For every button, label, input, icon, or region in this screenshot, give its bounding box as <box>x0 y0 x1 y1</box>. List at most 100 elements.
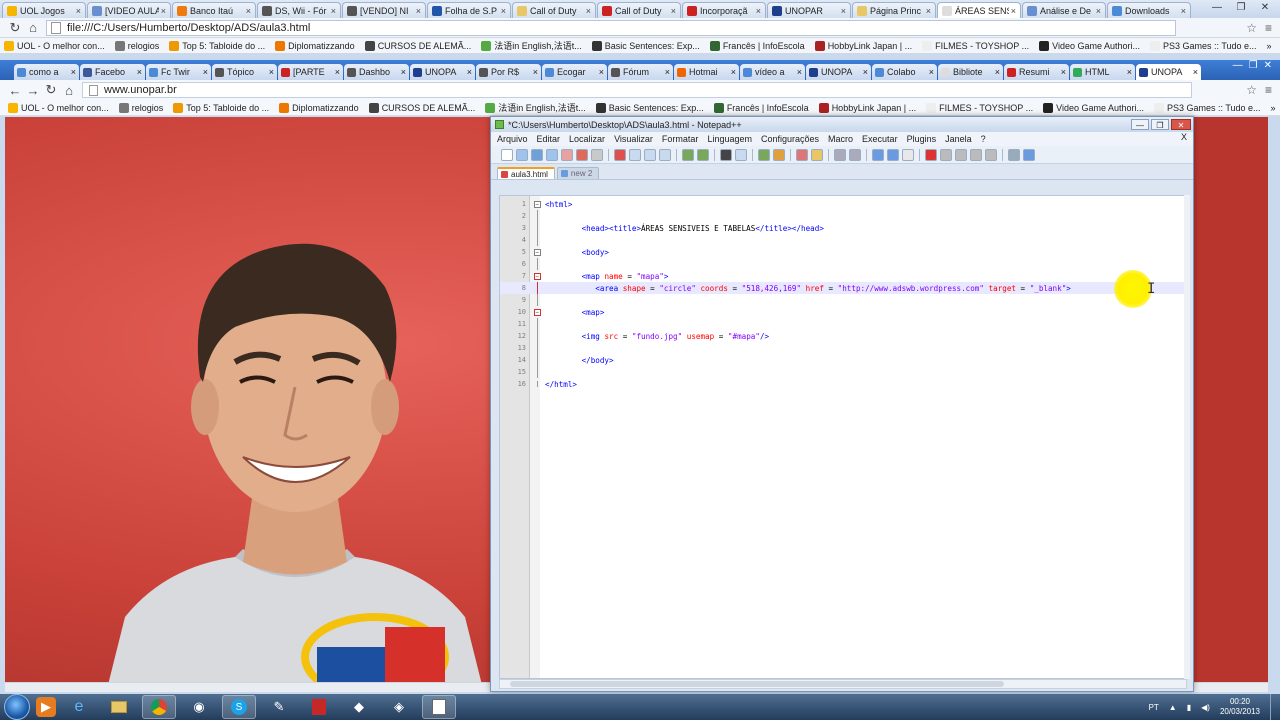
maximize-button[interactable]: ❐ <box>1230 1 1252 15</box>
other-bookmarks[interactable]: »Outros favoritos <box>1267 41 1280 51</box>
bookmark-item[interactable]: relogios <box>118 102 163 113</box>
other-bookmarks[interactable]: »Outros favoritos <box>1271 103 1280 113</box>
menu-item[interactable]: Macro <box>828 134 853 144</box>
toolbar-button-icon[interactable] <box>834 148 846 161</box>
tab-close-icon[interactable]: × <box>71 67 76 77</box>
tab-close-icon[interactable]: × <box>137 67 142 77</box>
tab-close-icon[interactable]: × <box>269 67 274 77</box>
bookmark-item[interactable]: relogios <box>114 40 159 51</box>
inner-tab[interactable]: Colabo × <box>872 64 937 80</box>
outer-address-bar[interactable]: file:///C:/Users/Humberto/Desktop/ADS/au… <box>46 19 1176 36</box>
show-desktop-button[interactable] <box>1270 694 1280 720</box>
menu-item[interactable]: Visualizar <box>614 134 653 144</box>
inner-tab[interactable]: Fórum × <box>608 64 673 80</box>
code-editor[interactable]: 1− <html> 2 3 <head><title>ÁREAS SENSIVEI… <box>499 195 1187 679</box>
menu-item[interactable]: Editar <box>537 134 561 144</box>
tab-close-icon[interactable]: × <box>401 67 406 77</box>
forward-icon[interactable]: → <box>24 83 42 98</box>
toolbar-button-icon[interactable] <box>940 148 952 161</box>
outer-tab[interactable]: [VENDO] NI × <box>342 2 426 18</box>
tab-close-icon[interactable]: × <box>841 6 846 16</box>
tab-close-icon[interactable]: × <box>797 67 802 77</box>
menu-item[interactable]: Plugins <box>907 134 937 144</box>
toolbar-button-icon[interactable] <box>1008 148 1020 161</box>
code-line-7[interactable]: 7− <map name = "mapa"> <box>500 270 1186 282</box>
pen-tool-icon[interactable]: ✎ <box>262 695 296 719</box>
tab-close-icon[interactable]: × <box>1127 67 1132 77</box>
app-green-icon[interactable]: ◆ <box>342 695 376 719</box>
tray-arrow-icon[interactable]: ▲ <box>1169 703 1177 712</box>
chrome-icon[interactable] <box>142 695 176 719</box>
bookmark-item[interactable]: Video Game Authori... <box>1043 102 1144 113</box>
menu-icon[interactable]: ≡ <box>1265 21 1272 35</box>
code-line-15[interactable]: 15 <box>500 366 1186 378</box>
toolbar-button-icon[interactable] <box>720 148 732 161</box>
toolbar-button-icon[interactable] <box>902 148 914 161</box>
toolbar-button-icon[interactable] <box>501 148 513 161</box>
code-line-13[interactable]: 13 <box>500 342 1186 354</box>
start-button[interactable] <box>4 694 30 720</box>
tab-close-icon[interactable]: × <box>533 67 538 77</box>
outer-tab[interactable]: UNOPAR × <box>767 2 851 18</box>
toolbar-button-icon[interactable] <box>659 148 671 161</box>
outer-tab[interactable]: DS, Wii - Fór × <box>257 2 341 18</box>
code-line-16[interactable]: 16 </html> <box>500 378 1186 390</box>
tab-close-icon[interactable]: × <box>501 6 506 16</box>
close-window-button[interactable]: ✕ <box>1254 1 1276 15</box>
inner-home-icon[interactable]: ⌂ <box>60 83 78 98</box>
code-line-12[interactable]: 12 <img src = "fundo.jpg" usemap = "#map… <box>500 330 1186 342</box>
bookmark-item[interactable]: 法语in English,法语t... <box>485 101 586 114</box>
tab-close-icon[interactable]: × <box>995 67 1000 77</box>
outer-tab[interactable]: ÁREAS SENSI× <box>937 2 1021 18</box>
tab-close-icon[interactable]: × <box>665 67 670 77</box>
outer-tab[interactable]: Incorporaçã × <box>682 2 766 18</box>
tab-close-icon[interactable]: × <box>416 6 421 16</box>
tab-close-icon[interactable]: × <box>246 6 251 16</box>
bookmark-item[interactable]: Diplomatizzando <box>275 40 355 51</box>
inner-tab[interactable]: como a × <box>14 64 79 80</box>
bookmark-item[interactable]: Video Game Authori... <box>1039 40 1140 51</box>
home-icon[interactable]: ⌂ <box>24 20 42 35</box>
menu-item[interactable]: Localizar <box>569 134 605 144</box>
inner-minimize-button[interactable]: — <box>1233 60 1243 71</box>
code-line-5[interactable]: 5− <body> <box>500 246 1186 258</box>
tab-close-icon[interactable]: × <box>76 6 81 16</box>
toolbar-button-icon[interactable] <box>887 148 899 161</box>
inner-tab[interactable]: Facebo × <box>80 64 145 80</box>
inner-tab[interactable]: Hotmai × <box>674 64 739 80</box>
inner-tab[interactable]: UNOPA × <box>1136 64 1201 80</box>
tab-close-icon[interactable]: × <box>1061 67 1066 77</box>
inner-close-button[interactable]: ✕ <box>1264 60 1272 71</box>
toolbar-button-icon[interactable] <box>849 148 861 161</box>
toolbar-button-icon[interactable] <box>796 148 808 161</box>
toolbar-button-icon[interactable] <box>773 148 785 161</box>
toolbar-button-icon[interactable] <box>955 148 967 161</box>
code-line-2[interactable]: 2 <box>500 210 1186 222</box>
language-indicator[interactable]: PT <box>1149 703 1159 712</box>
inner-tab[interactable]: Tópico × <box>212 64 277 80</box>
tab-close-icon[interactable]: × <box>331 6 336 16</box>
inner-address-bar[interactable]: www.unopar.br <box>82 82 1192 98</box>
toolbar-button-icon[interactable] <box>682 148 694 161</box>
bookmark-item[interactable]: FILMES - TOYSHOP ... <box>922 40 1029 51</box>
tab-close-icon[interactable]: × <box>929 67 934 77</box>
bookmark-item[interactable]: HobbyLink Japan | ... <box>814 40 912 51</box>
bookmark-item[interactable]: Basic Sentences: Exp... <box>595 102 704 113</box>
tab-close-icon[interactable]: × <box>335 67 340 77</box>
toolbar-button-icon[interactable] <box>758 148 770 161</box>
outer-tab[interactable]: Análise e De × <box>1022 2 1106 18</box>
tab-close-icon[interactable]: × <box>1096 6 1101 16</box>
code-line-10[interactable]: 10− <map> <box>500 306 1186 318</box>
code-line-6[interactable]: 6 <box>500 258 1186 270</box>
code-line-4[interactable]: 4 <box>500 234 1186 246</box>
code-line-1[interactable]: 1− <html> <box>500 198 1186 210</box>
bookmark-item[interactable]: Basic Sentences: Exp... <box>591 40 700 51</box>
inner-tab[interactable]: Bibliote × <box>938 64 1003 80</box>
bookmark-item[interactable]: UOL - O melhor con... <box>4 40 105 51</box>
tab-close-icon[interactable]: × <box>863 67 868 77</box>
reload-icon[interactable]: ↻ <box>6 20 24 36</box>
document-tab[interactable]: aula3.html <box>497 167 555 179</box>
toolbar-button-icon[interactable] <box>872 148 884 161</box>
toolbar-button-icon[interactable] <box>985 148 997 161</box>
outer-tab[interactable]: Call of Duty × <box>597 2 681 18</box>
